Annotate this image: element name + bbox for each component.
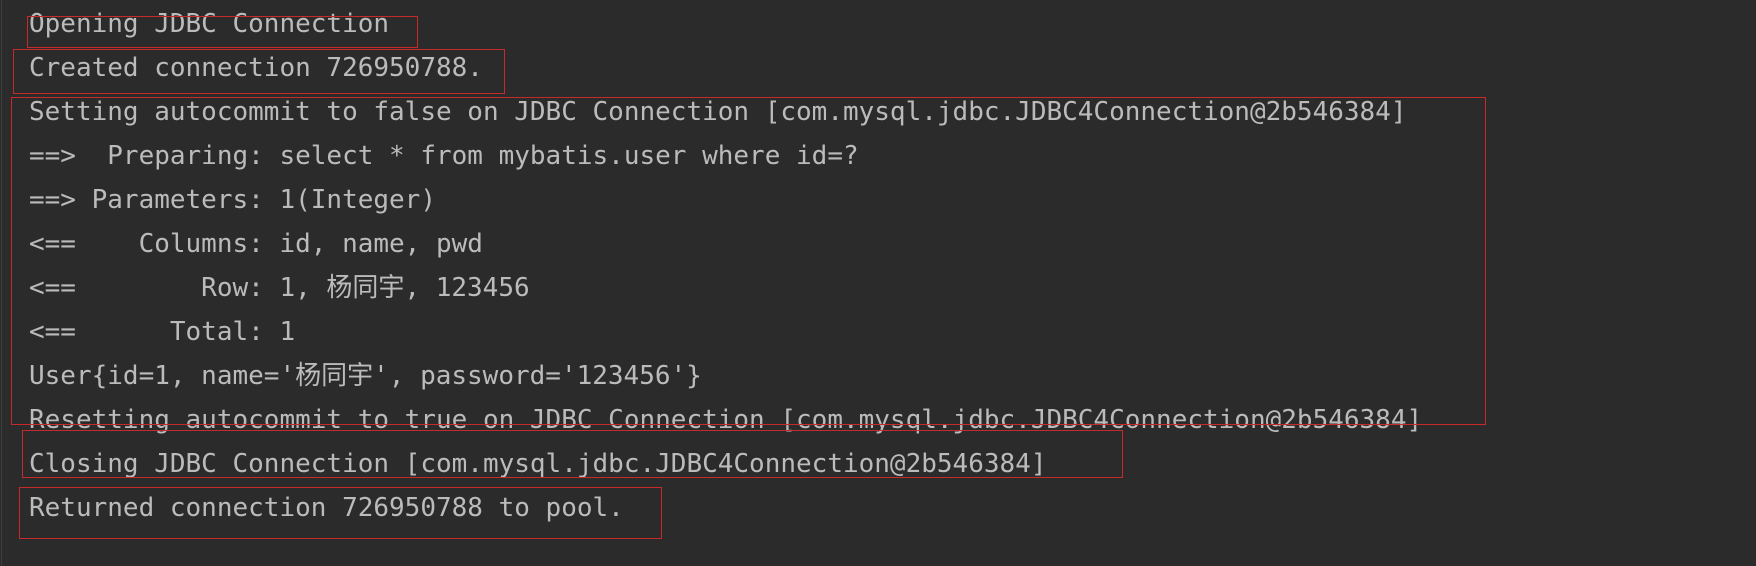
log-line: <== Columns: id, name, pwd: [29, 229, 483, 259]
log-line: Created connection 726950788.: [29, 53, 483, 83]
console-gutter: [1, 0, 2, 566]
log-line: <== Total: 1: [29, 317, 296, 347]
log-line: ==> Preparing: select * from mybatis.use…: [29, 141, 859, 171]
log-line: ==> Parameters: 1(Integer): [29, 185, 436, 215]
log-line: Setting autocommit to false on JDBC Conn…: [29, 97, 1407, 127]
console-output: Opening JDBC Connection Created connecti…: [0, 0, 1756, 566]
log-line: <== Row: 1, 杨同宇, 123456: [29, 273, 530, 303]
log-line: Opening JDBC Connection: [29, 9, 390, 39]
log-line: Resetting autocommit to true on JDBC Con…: [29, 405, 1423, 435]
log-line: Closing JDBC Connection [com.mysql.jdbc.…: [29, 449, 1047, 479]
log-line: User{id=1, name='杨同宇', password='123456'…: [29, 361, 702, 391]
log-line: Returned connection 726950788 to pool.: [29, 493, 624, 523]
